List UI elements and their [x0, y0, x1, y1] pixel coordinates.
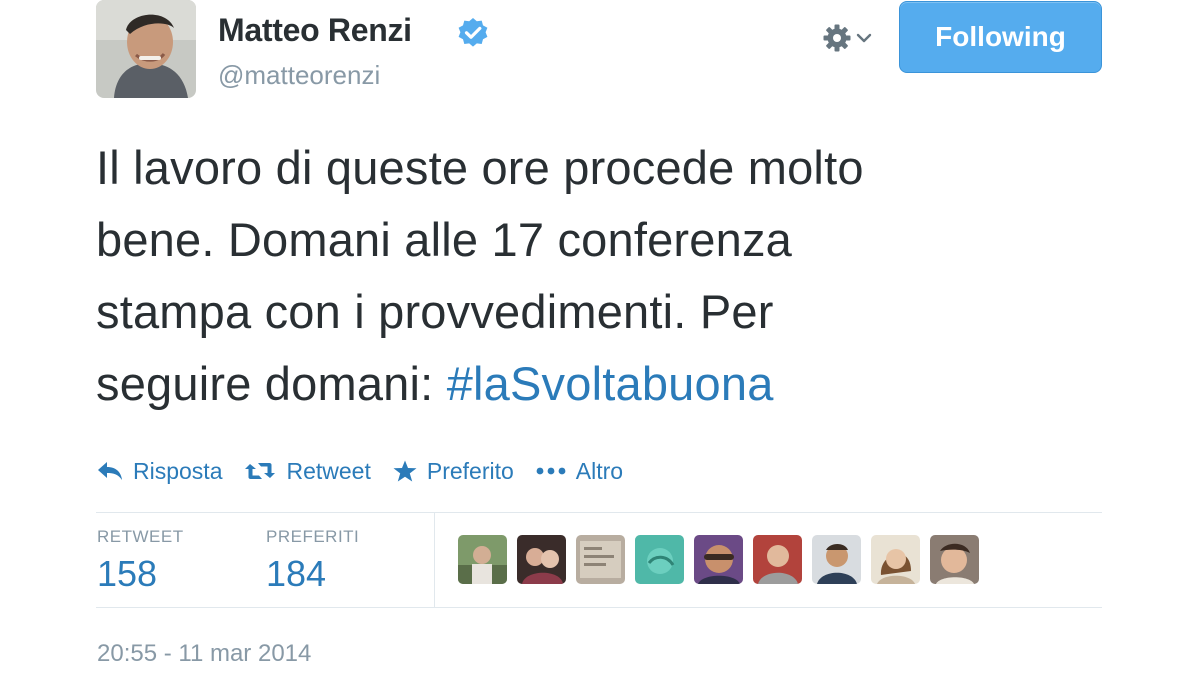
favorites-count: 184: [266, 553, 327, 594]
user-avatar-thumbnail[interactable]: [576, 535, 625, 584]
gear-icon: [823, 24, 851, 52]
favorites-stat[interactable]: PREFERITI 184: [266, 527, 359, 595]
retweet-label: Retweet: [286, 457, 371, 484]
reply-icon: [98, 462, 122, 480]
reply-action[interactable]: Risposta: [97, 458, 222, 485]
tweet-text-segment: seguire domani:: [96, 357, 447, 410]
retweet-stat[interactable]: RETWEET 158: [97, 527, 184, 595]
tweet-timestamp[interactable]: 20:55 - 11 mar 2014: [97, 640, 311, 668]
tweet-card: Matteo Renzi @matteorenzi Following Il l…: [0, 0, 1200, 675]
more-action[interactable]: Altro: [536, 458, 623, 485]
tweet-actions: Risposta Retweet Preferito Altro: [97, 454, 645, 488]
tweet-text-line: seguire domani: #laSvoltabuona: [96, 348, 1106, 420]
favoriter-avatars: [458, 535, 979, 584]
user-avatar-thumbnail[interactable]: [635, 535, 684, 584]
user-fullname[interactable]: Matteo Renzi: [218, 12, 412, 49]
user-avatar-thumbnail[interactable]: [458, 535, 507, 584]
retweet-action[interactable]: Retweet: [244, 457, 371, 485]
retweet-icon: [245, 463, 276, 479]
reply-label: Risposta: [133, 457, 223, 484]
tweet-text: Il lavoro di queste ore procede molto be…: [96, 132, 1106, 420]
tweet-text-line: stampa con i provvedimenti. Per: [96, 285, 774, 338]
tweet-stats: RETWEET 158 PREFERITI 184: [96, 512, 1102, 608]
user-avatar-thumbnail[interactable]: [517, 535, 566, 584]
user-avatar-thumbnail[interactable]: [930, 535, 979, 584]
user-avatar-thumbnail[interactable]: [753, 535, 802, 584]
following-button[interactable]: Following: [899, 1, 1102, 73]
chevron-down-icon: [856, 33, 872, 43]
star-icon: [393, 460, 417, 482]
favorite-label: Preferito: [426, 457, 514, 484]
hashtag-link[interactable]: #laSvoltabuona: [447, 357, 774, 410]
retweet-count: 158: [97, 553, 158, 594]
user-avatar-thumbnail[interactable]: [871, 535, 920, 584]
user-avatar-thumbnail[interactable]: [694, 535, 743, 584]
user-avatar[interactable]: [96, 0, 196, 98]
tweet-text-line: bene. Domani alle 17 conferenza: [96, 213, 792, 266]
user-screen-name[interactable]: @matteorenzi: [218, 60, 380, 91]
tweet-text-line: Il lavoro di queste ore procede molto: [96, 141, 864, 194]
favorite-action[interactable]: Preferito: [393, 458, 514, 485]
verified-badge-icon: [458, 18, 488, 47]
favorites-stat-label: PREFERITI: [266, 527, 360, 546]
stats-divider: [434, 513, 435, 608]
retweet-stat-label: RETWEET: [97, 527, 184, 546]
more-label: Altro: [575, 457, 624, 484]
more-icon: [536, 467, 566, 475]
user-actions-dropdown[interactable]: [822, 20, 886, 56]
user-avatar-thumbnail[interactable]: [812, 535, 861, 584]
